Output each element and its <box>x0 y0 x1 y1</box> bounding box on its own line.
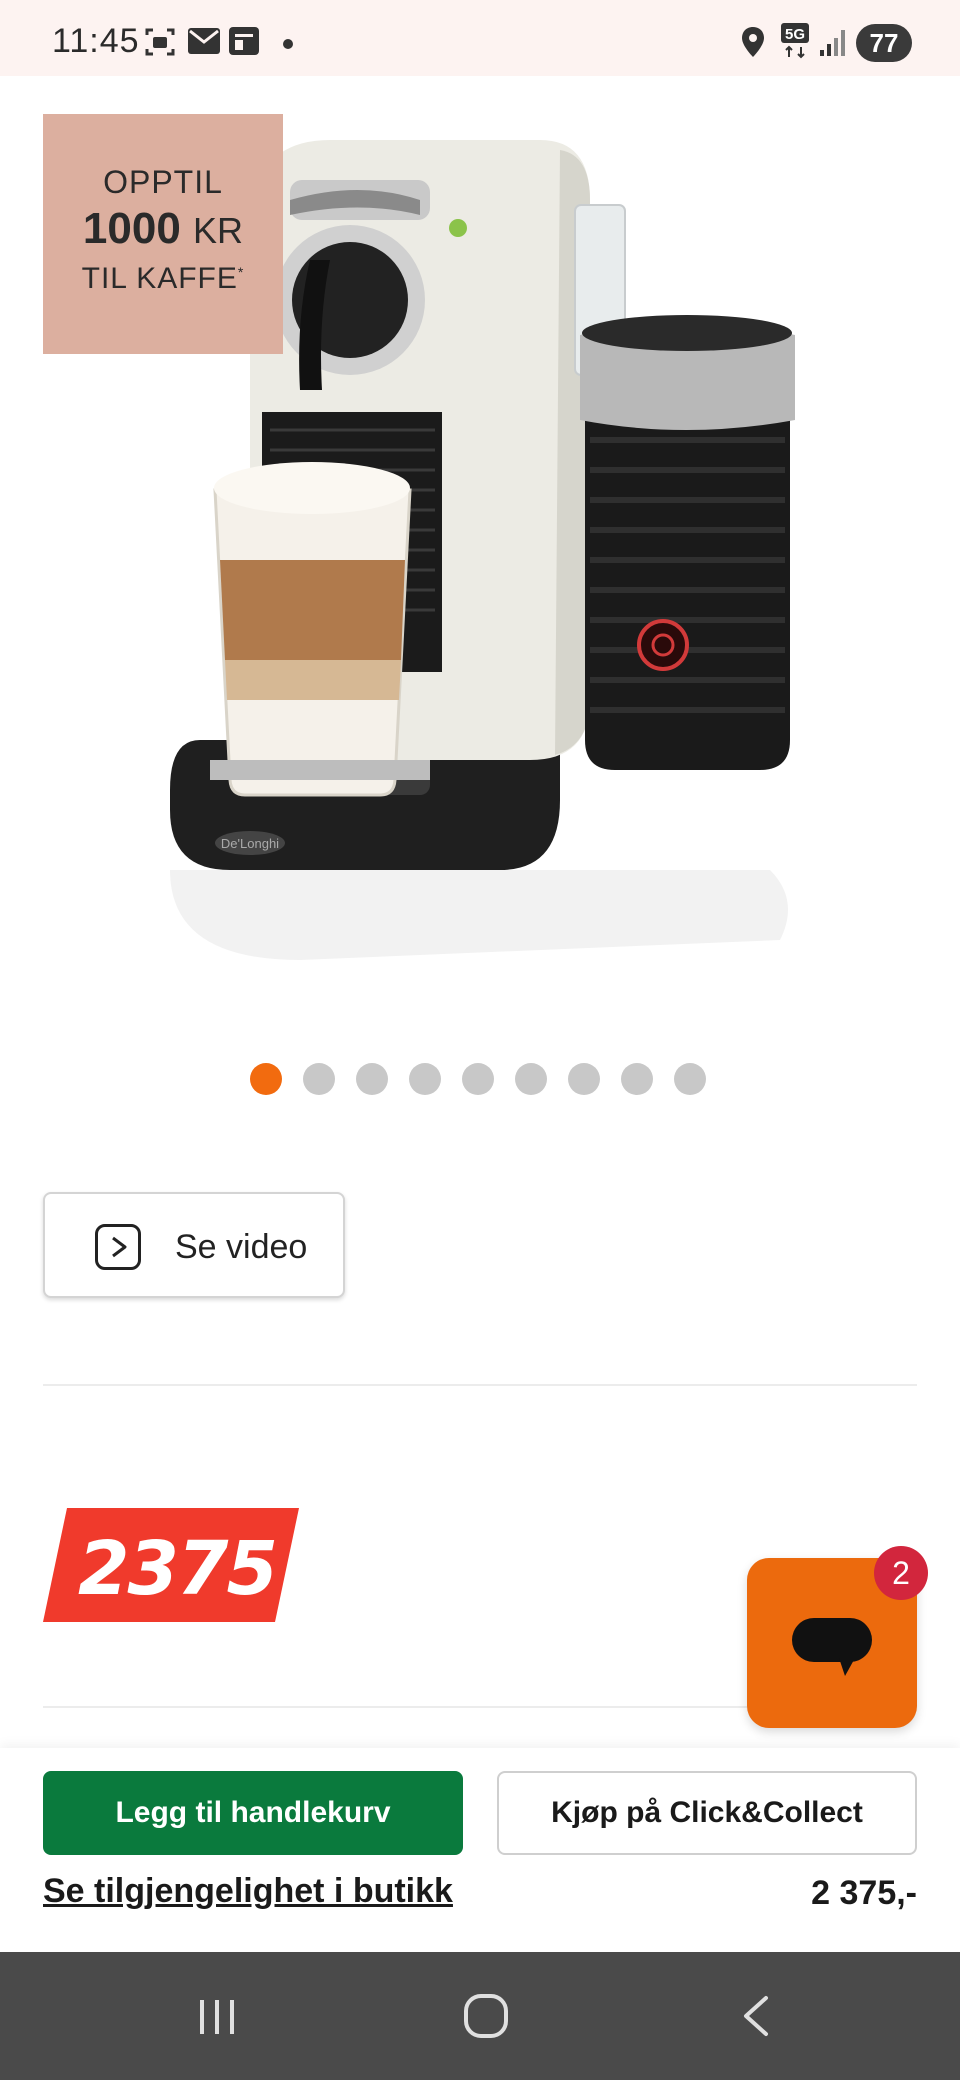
promo-amount-line: 1000 KR <box>43 204 283 254</box>
signal-icon <box>820 30 845 56</box>
news-icon <box>229 27 259 55</box>
carousel-dot-8[interactable] <box>621 1063 653 1095</box>
carousel-pagination <box>250 1063 706 1095</box>
status-time: 11:45 <box>52 22 140 60</box>
dot-icon <box>283 39 293 49</box>
svg-text:5G: 5G <box>785 26 805 43</box>
screenshot-icon <box>145 28 175 56</box>
promo-amount: 1000 <box>82 204 181 253</box>
brand-logo: De'Longhi <box>221 836 279 851</box>
carousel-dot-6[interactable] <box>515 1063 547 1095</box>
carousel-dot-5[interactable] <box>462 1063 494 1095</box>
carousel-dot-1[interactable] <box>250 1063 282 1095</box>
promo-footnote-mark: * <box>237 264 245 280</box>
click-collect-button[interactable]: Kjøp på Click&Collect <box>497 1771 917 1855</box>
carousel-dot-7[interactable] <box>568 1063 600 1095</box>
home-icon[interactable] <box>462 1992 510 2040</box>
battery-indicator: 77 <box>856 24 912 62</box>
promo-line-3: TIL KAFFE* <box>81 262 245 295</box>
play-icon <box>95 1224 141 1270</box>
promo-badge: OPPTIL 1000 KR TIL KAFFE* <box>43 114 283 354</box>
network-5g-icon: 5G <box>781 23 809 59</box>
recent-apps-icon[interactable] <box>196 1996 238 2038</box>
promo-unit: KR <box>193 210 244 251</box>
section-divider <box>43 1384 917 1386</box>
promo-line-1: OPPTIL <box>103 164 223 200</box>
video-button[interactable]: Se video <box>43 1192 345 1298</box>
mail-icon <box>188 28 220 54</box>
video-button-label: Se video <box>175 1228 308 1266</box>
sticky-price: 2 375,- <box>811 1874 917 1912</box>
chat-notification-badge: 2 <box>874 1546 928 1600</box>
back-icon[interactable] <box>738 1994 774 2038</box>
add-to-cart-button[interactable]: Legg til handlekurv <box>43 1771 463 1855</box>
carousel-dot-3[interactable] <box>356 1063 388 1095</box>
carousel-dot-4[interactable] <box>409 1063 441 1095</box>
price-value: 2375 <box>78 1526 278 1612</box>
store-availability-link[interactable]: Se tilgjengelighet i butikk <box>43 1872 453 1911</box>
carousel-dot-9[interactable] <box>674 1063 706 1095</box>
price-tag: 2375 <box>43 1508 299 1622</box>
status-bar: 11:45 5G 77 <box>0 0 960 76</box>
system-nav-bar <box>0 1952 960 2080</box>
carousel-dot-2[interactable] <box>303 1063 335 1095</box>
location-icon <box>742 27 764 57</box>
